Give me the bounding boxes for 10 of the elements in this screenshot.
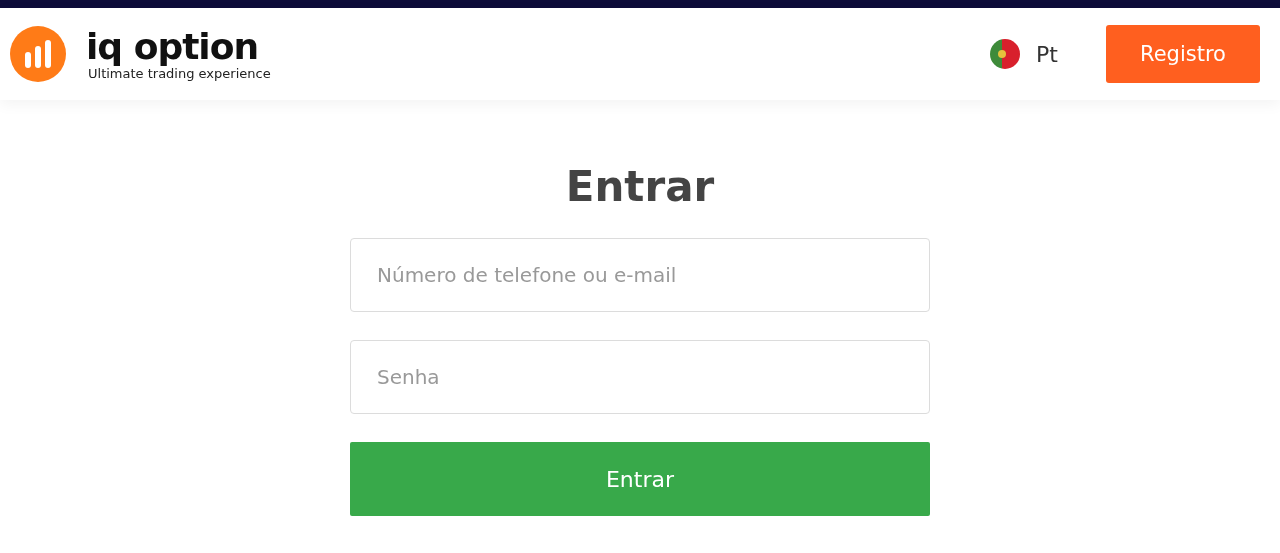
input-field[interactable]: Número de telefone ou e-mail <box>350 238 930 312</box>
bar-chart-logo-icon <box>10 26 66 82</box>
logo-tagline: Ultimate trading experience <box>88 66 271 80</box>
language-selector[interactable]: Pt <box>1036 41 1058 67</box>
register-button[interactable]: Registro <box>1106 25 1260 83</box>
login-title: Entrar <box>565 166 715 208</box>
portugal-flag-icon <box>990 39 1021 69</box>
logo-wordmark: iq option <box>86 28 260 65</box>
input-field[interactable]: Senha <box>350 340 930 414</box>
login-button[interactable]: Entrar <box>350 442 930 516</box>
